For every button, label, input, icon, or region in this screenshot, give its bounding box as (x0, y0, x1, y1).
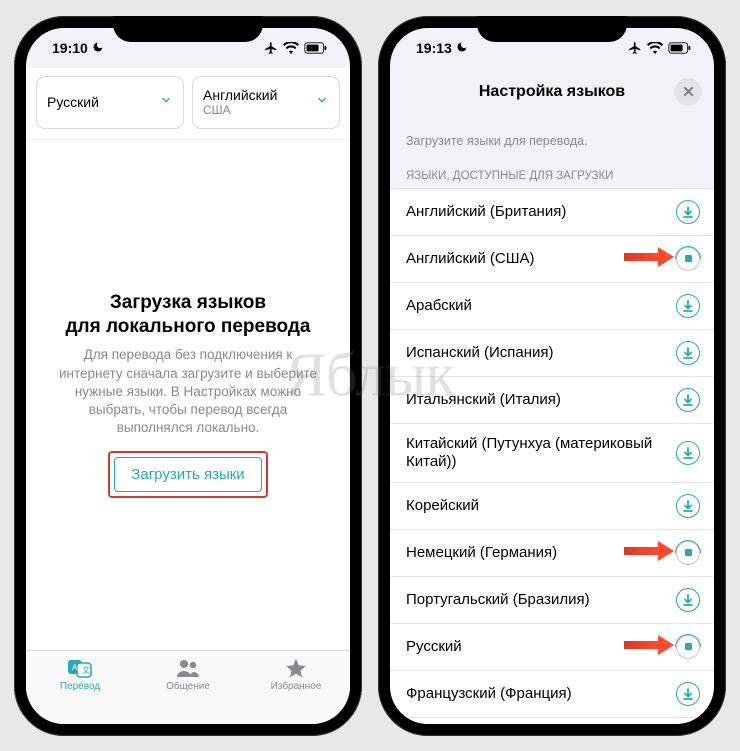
sheet-title: Настройка языков (479, 83, 625, 101)
stop-download-icon[interactable] (676, 635, 700, 659)
language-row[interactable]: Корейский (390, 483, 714, 530)
source-language-label: Русский (47, 94, 99, 111)
close-button[interactable] (674, 78, 702, 106)
language-name: Французский (Франция) (406, 685, 676, 703)
translate-icon: A文 (67, 657, 93, 679)
notch (477, 16, 627, 42)
tab-label: Избранное (271, 681, 322, 692)
download-icon[interactable] (676, 441, 700, 465)
download-icon[interactable] (676, 682, 700, 706)
tab-label: Перевод (60, 681, 100, 692)
svg-text:文: 文 (82, 665, 90, 675)
language-name: Английский (Британия) (406, 203, 676, 221)
close-icon (683, 84, 694, 100)
dnd-moon-icon (456, 40, 468, 56)
empty-state: Загрузка языков для локального перевода … (26, 140, 350, 650)
download-icon[interactable] (676, 388, 700, 412)
language-row[interactable]: Китайский (Путунхуа (материковый Китай)) (390, 424, 714, 483)
download-icon[interactable] (676, 294, 700, 318)
tab-favorites[interactable]: Избранное (242, 657, 350, 724)
highlight-annotation: Загрузить языки (108, 451, 267, 498)
language-row[interactable]: Французский (Франция) (390, 671, 714, 718)
language-name: Корейский (406, 497, 676, 515)
stop-download-icon[interactable] (676, 247, 700, 271)
language-row[interactable]: Немецкий (Германия) (390, 530, 714, 577)
dnd-moon-icon (92, 40, 104, 56)
empty-state-title: Загрузка языков для локального перевода (65, 291, 310, 339)
notch (113, 16, 263, 42)
language-selector-row: Русский Английский США (26, 68, 350, 140)
battery-icon (304, 42, 328, 54)
download-icon[interactable] (676, 200, 700, 224)
chevron-down-icon (315, 93, 329, 111)
battery-icon (668, 42, 692, 54)
section-header: ЯЗЫКИ, ДОСТУПНЫЕ ДЛЯ ЗАГРУЗКИ (390, 154, 714, 188)
status-time: 19:13 (416, 40, 452, 56)
language-name: Китайский (Путунхуа (материковый Китай)) (406, 435, 676, 471)
language-name: Английский (США) (406, 250, 676, 268)
people-icon (175, 657, 201, 679)
language-row[interactable]: Испанский (Испания) (390, 330, 714, 377)
language-name: Арабский (406, 297, 676, 315)
tab-translate[interactable]: A文 Перевод (26, 657, 134, 724)
target-language-sub: США (203, 103, 277, 117)
language-name: Немецкий (Германия) (406, 544, 676, 562)
stop-download-icon[interactable] (676, 541, 700, 565)
star-icon (283, 657, 309, 679)
tab-label: Общение (166, 681, 210, 692)
language-name: Итальянский (Италия) (406, 391, 676, 409)
chevron-down-icon (159, 93, 173, 111)
download-icon[interactable] (676, 341, 700, 365)
phone-left: 19:10 Русский (14, 16, 362, 736)
language-row[interactable]: Английский (США) (390, 236, 714, 283)
status-time: 19:10 (52, 40, 88, 56)
source-language-select[interactable]: Русский (36, 76, 184, 129)
download-icon[interactable] (676, 588, 700, 612)
language-name: Португальский (Бразилия) (406, 591, 676, 609)
empty-state-description: Для перевода без подключения к интернету… (52, 346, 324, 437)
tab-chat[interactable]: Общение (134, 657, 242, 724)
sheet-body: Загрузите языки для перевода. ЯЗЫКИ, ДОС… (390, 116, 714, 724)
svg-text:A: A (72, 663, 78, 672)
language-row[interactable]: Японский (390, 718, 714, 724)
language-name: Русский (406, 638, 676, 656)
airplane-icon (628, 41, 642, 55)
language-row[interactable]: Английский (Британия) (390, 189, 714, 236)
section-hint: Загрузите языки для перевода. (390, 116, 714, 154)
wifi-icon (647, 42, 663, 54)
language-row[interactable]: Португальский (Бразилия) (390, 577, 714, 624)
wifi-icon (283, 42, 299, 54)
target-language-select[interactable]: Английский США (192, 76, 340, 129)
download-icon[interactable] (676, 494, 700, 518)
language-row[interactable]: Итальянский (Италия) (390, 377, 714, 424)
languages-list: Английский (Британия) Английский (США) Ара… (390, 188, 714, 724)
airplane-icon (264, 41, 278, 55)
language-name: Испанский (Испания) (406, 344, 676, 362)
download-languages-button[interactable]: Загрузить языки (114, 457, 261, 492)
language-row[interactable]: Русский (390, 624, 714, 671)
sheet-header: Настройка языков (390, 68, 714, 116)
tab-bar: A文 Перевод Общение Избранное (26, 650, 350, 724)
target-language-label: Английский (203, 87, 277, 103)
language-row[interactable]: Арабский (390, 283, 714, 330)
phone-right: 19:13 Настройка языков Загрузите языки д… (378, 16, 726, 736)
